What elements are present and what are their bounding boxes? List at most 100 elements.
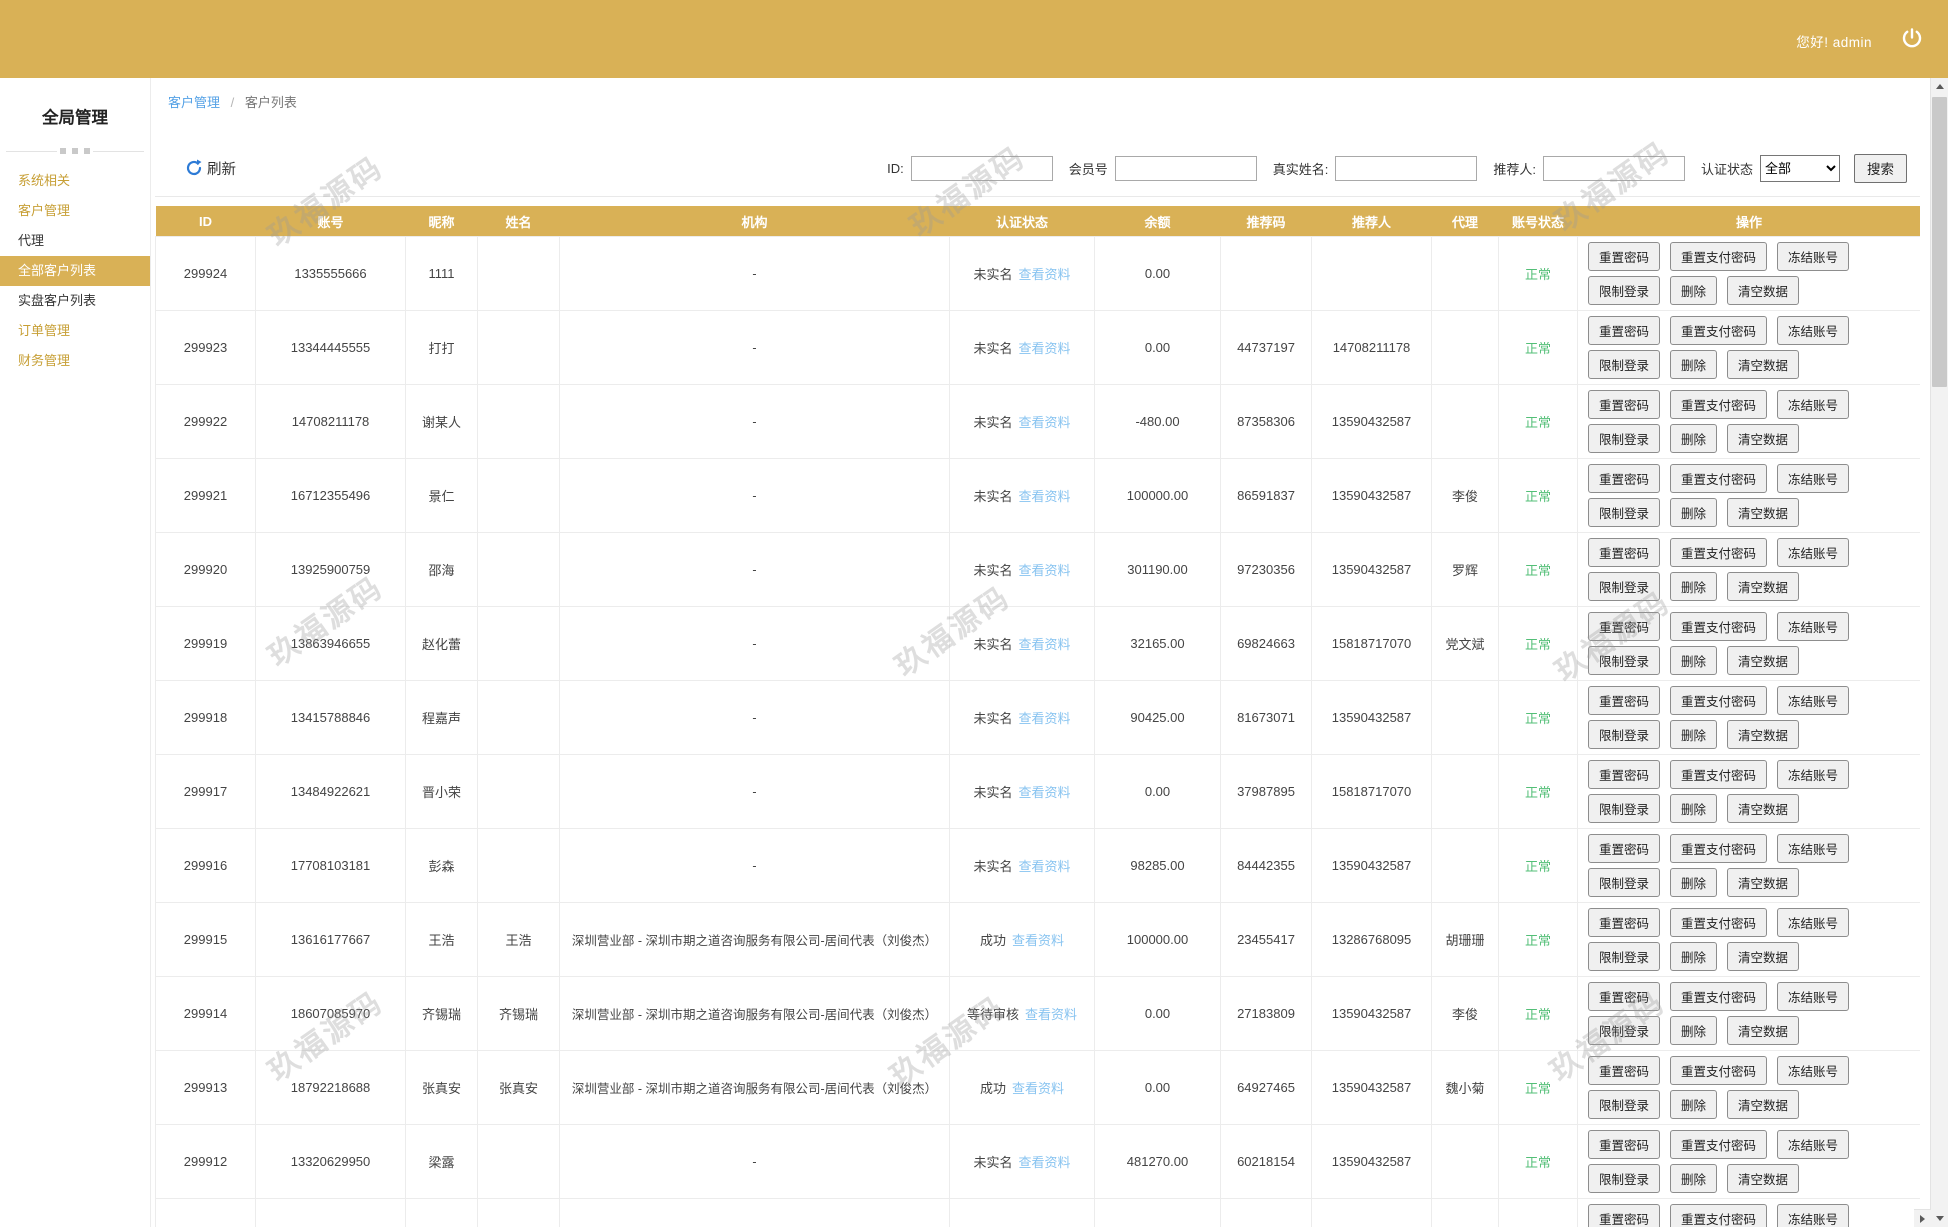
delete-button[interactable]: 删除 <box>1670 942 1718 971</box>
scroll-up-button[interactable] <box>1931 78 1948 95</box>
search-button[interactable]: 搜索 <box>1854 153 1907 183</box>
limit-login-button[interactable]: 限制登录 <box>1588 942 1661 971</box>
delete-button[interactable]: 删除 <box>1670 276 1718 305</box>
reset-pay-password-button[interactable]: 重置支付密码 <box>1670 760 1768 789</box>
reset-password-button[interactable]: 重置密码 <box>1588 982 1661 1011</box>
clear-data-button[interactable]: 清空数据 <box>1727 868 1800 897</box>
reset-password-button[interactable]: 重置密码 <box>1588 242 1661 271</box>
limit-login-button[interactable]: 限制登录 <box>1588 646 1661 675</box>
refresh-button[interactable]: 刷新 <box>185 158 236 179</box>
view-profile-link[interactable]: 查看资料 <box>1012 933 1064 948</box>
view-profile-link[interactable]: 查看资料 <box>1012 1081 1064 1096</box>
sidebar-item-agent[interactable]: 代理 <box>0 226 150 256</box>
clear-data-button[interactable]: 清空数据 <box>1727 720 1800 749</box>
view-profile-link[interactable]: 查看资料 <box>1019 1155 1071 1170</box>
freeze-account-button[interactable]: 冻结账号 <box>1777 982 1850 1011</box>
limit-login-button[interactable]: 限制登录 <box>1588 1016 1661 1045</box>
freeze-account-button[interactable]: 冻结账号 <box>1777 242 1850 271</box>
limit-login-button[interactable]: 限制登录 <box>1588 868 1661 897</box>
delete-button[interactable]: 删除 <box>1670 498 1718 527</box>
reset-password-button[interactable]: 重置密码 <box>1588 1056 1661 1085</box>
limit-login-button[interactable]: 限制登录 <box>1588 1164 1661 1193</box>
reset-password-button[interactable]: 重置密码 <box>1588 834 1661 863</box>
clear-data-button[interactable]: 清空数据 <box>1727 1090 1800 1119</box>
freeze-account-button[interactable]: 冻结账号 <box>1777 538 1850 567</box>
clear-data-button[interactable]: 清空数据 <box>1727 572 1800 601</box>
delete-button[interactable]: 删除 <box>1670 720 1718 749</box>
clear-data-button[interactable]: 清空数据 <box>1727 646 1800 675</box>
delete-button[interactable]: 删除 <box>1670 794 1718 823</box>
sidebar-item-real-customers[interactable]: 实盘客户列表 <box>0 286 150 316</box>
limit-login-button[interactable]: 限制登录 <box>1588 498 1661 527</box>
clear-data-button[interactable]: 清空数据 <box>1727 498 1800 527</box>
reset-password-button[interactable]: 重置密码 <box>1588 760 1661 789</box>
limit-login-button[interactable]: 限制登录 <box>1588 424 1661 453</box>
reset-pay-password-button[interactable]: 重置支付密码 <box>1670 464 1768 493</box>
reset-pay-password-button[interactable]: 重置支付密码 <box>1670 1056 1768 1085</box>
delete-button[interactable]: 删除 <box>1670 1016 1718 1045</box>
reset-password-button[interactable]: 重置密码 <box>1588 686 1661 715</box>
freeze-account-button[interactable]: 冻结账号 <box>1777 612 1850 641</box>
clear-data-button[interactable]: 清空数据 <box>1727 1164 1800 1193</box>
sidebar-item-orders[interactable]: 订单管理 <box>0 316 150 346</box>
reset-password-button[interactable]: 重置密码 <box>1588 390 1661 419</box>
delete-button[interactable]: 删除 <box>1670 646 1718 675</box>
reset-password-button[interactable]: 重置密码 <box>1588 538 1661 567</box>
sidebar-item-system[interactable]: 系统相关 <box>0 166 150 196</box>
reset-pay-password-button[interactable]: 重置支付密码 <box>1670 390 1768 419</box>
vertical-scrollbar[interactable] <box>1930 78 1948 1227</box>
limit-login-button[interactable]: 限制登录 <box>1588 572 1661 601</box>
limit-login-button[interactable]: 限制登录 <box>1588 720 1661 749</box>
clear-data-button[interactable]: 清空数据 <box>1727 794 1800 823</box>
delete-button[interactable]: 删除 <box>1670 572 1718 601</box>
reset-pay-password-button[interactable]: 重置支付密码 <box>1670 834 1768 863</box>
delete-button[interactable]: 删除 <box>1670 350 1718 379</box>
sidebar-item-customer-mgmt[interactable]: 客户管理 <box>0 196 150 226</box>
reset-password-button[interactable]: 重置密码 <box>1588 612 1661 641</box>
view-profile-link[interactable]: 查看资料 <box>1019 563 1071 578</box>
reset-password-button[interactable]: 重置密码 <box>1588 1130 1661 1159</box>
view-profile-link[interactable]: 查看资料 <box>1019 637 1071 652</box>
reset-pay-password-button[interactable]: 重置支付密码 <box>1670 686 1768 715</box>
freeze-account-button[interactable]: 冻结账号 <box>1777 316 1850 345</box>
view-profile-link[interactable]: 查看资料 <box>1019 489 1071 504</box>
view-profile-link[interactable]: 查看资料 <box>1019 267 1071 282</box>
reset-pay-password-button[interactable]: 重置支付密码 <box>1670 242 1768 271</box>
reset-pay-password-button[interactable]: 重置支付密码 <box>1670 316 1768 345</box>
reset-pay-password-button[interactable]: 重置支付密码 <box>1670 1204 1768 1227</box>
view-profile-link[interactable]: 查看资料 <box>1019 785 1071 800</box>
breadcrumb-parent-link[interactable]: 客户管理 <box>168 95 220 110</box>
view-profile-link[interactable]: 查看资料 <box>1019 415 1071 430</box>
scroll-right-button[interactable] <box>1914 1209 1931 1227</box>
reset-pay-password-button[interactable]: 重置支付密码 <box>1670 908 1768 937</box>
clear-data-button[interactable]: 清空数据 <box>1727 350 1800 379</box>
view-profile-link[interactable]: 查看资料 <box>1025 1007 1077 1022</box>
view-profile-link[interactable]: 查看资料 <box>1019 341 1071 356</box>
freeze-account-button[interactable]: 冻结账号 <box>1777 760 1850 789</box>
view-profile-link[interactable]: 查看资料 <box>1019 859 1071 874</box>
freeze-account-button[interactable]: 冻结账号 <box>1777 1204 1850 1227</box>
delete-button[interactable]: 删除 <box>1670 1090 1718 1119</box>
realname-filter-input[interactable] <box>1335 155 1478 181</box>
freeze-account-button[interactable]: 冻结账号 <box>1777 686 1850 715</box>
clear-data-button[interactable]: 清空数据 <box>1727 276 1800 305</box>
scroll-down-button[interactable] <box>1931 1210 1948 1227</box>
limit-login-button[interactable]: 限制登录 <box>1588 276 1661 305</box>
freeze-account-button[interactable]: 冻结账号 <box>1777 464 1850 493</box>
power-icon[interactable] <box>1900 26 1924 50</box>
reset-password-button[interactable]: 重置密码 <box>1588 464 1661 493</box>
limit-login-button[interactable]: 限制登录 <box>1588 1090 1661 1119</box>
freeze-account-button[interactable]: 冻结账号 <box>1777 390 1850 419</box>
auth-status-select[interactable]: 全部 <box>1760 154 1840 182</box>
limit-login-button[interactable]: 限制登录 <box>1588 350 1661 379</box>
clear-data-button[interactable]: 清空数据 <box>1727 424 1800 453</box>
reset-password-button[interactable]: 重置密码 <box>1588 908 1661 937</box>
scrollbar-thumb[interactable] <box>1932 97 1947 387</box>
clear-data-button[interactable]: 清空数据 <box>1727 942 1800 971</box>
id-filter-input[interactable] <box>910 155 1053 181</box>
reset-pay-password-button[interactable]: 重置支付密码 <box>1670 1130 1768 1159</box>
referrer-filter-input[interactable] <box>1542 155 1685 181</box>
view-profile-link[interactable]: 查看资料 <box>1019 711 1071 726</box>
freeze-account-button[interactable]: 冻结账号 <box>1777 1130 1850 1159</box>
sidebar-item-all-customers[interactable]: 全部客户列表 <box>0 256 150 286</box>
